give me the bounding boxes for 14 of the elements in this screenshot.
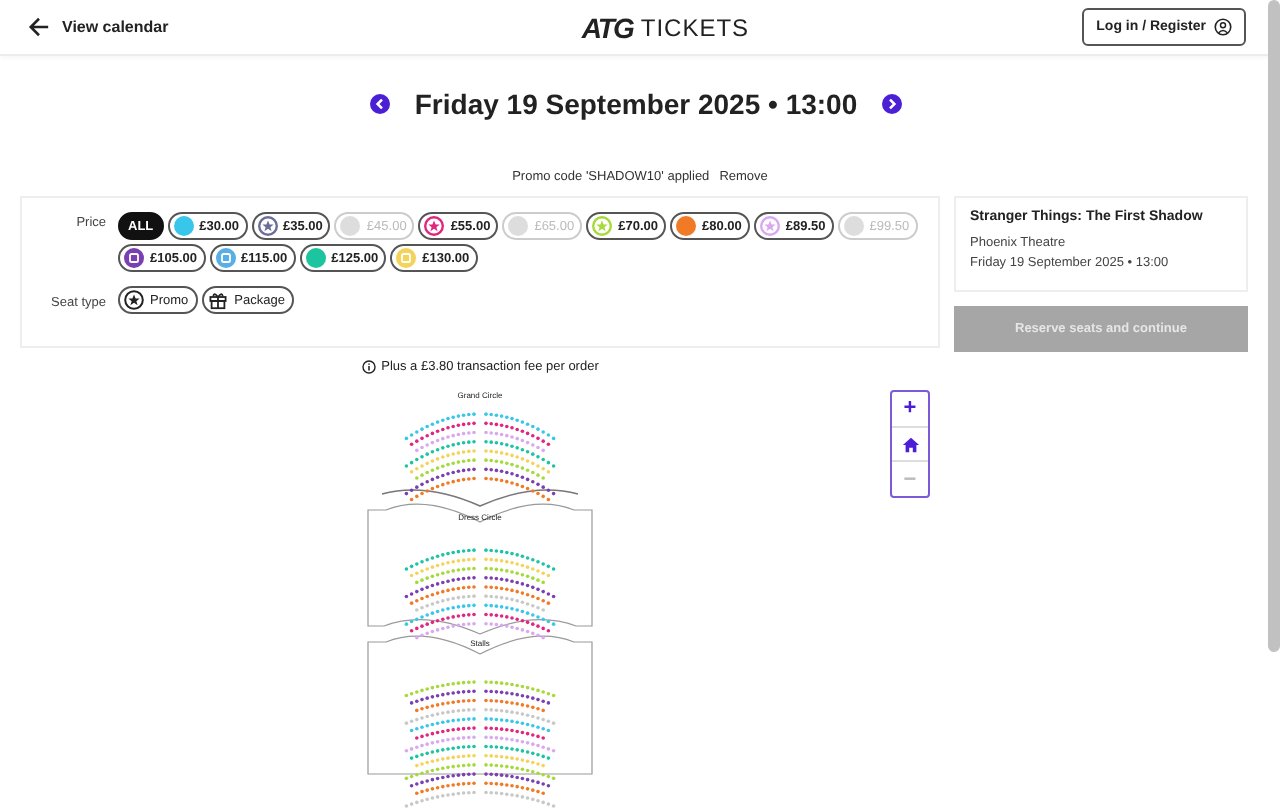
star-icon [124, 290, 144, 310]
back-link[interactable]: View calendar [28, 16, 169, 38]
previous-date-button[interactable] [370, 94, 391, 114]
user-icon [1214, 18, 1232, 36]
logo-mark: ATG [581, 11, 633, 43]
scrollbar[interactable] [1268, 0, 1280, 652]
performance-date: Friday 19 September 2025 • 13:00 [414, 88, 858, 120]
next-date-button[interactable] [881, 94, 902, 114]
logo-text: TICKETS [640, 13, 750, 41]
zoom-in-button[interactable]: + [892, 392, 928, 428]
home-icon [901, 435, 919, 453]
info-icon [361, 360, 376, 374]
back-arrow-icon [28, 16, 50, 38]
gift-icon [208, 290, 229, 310]
